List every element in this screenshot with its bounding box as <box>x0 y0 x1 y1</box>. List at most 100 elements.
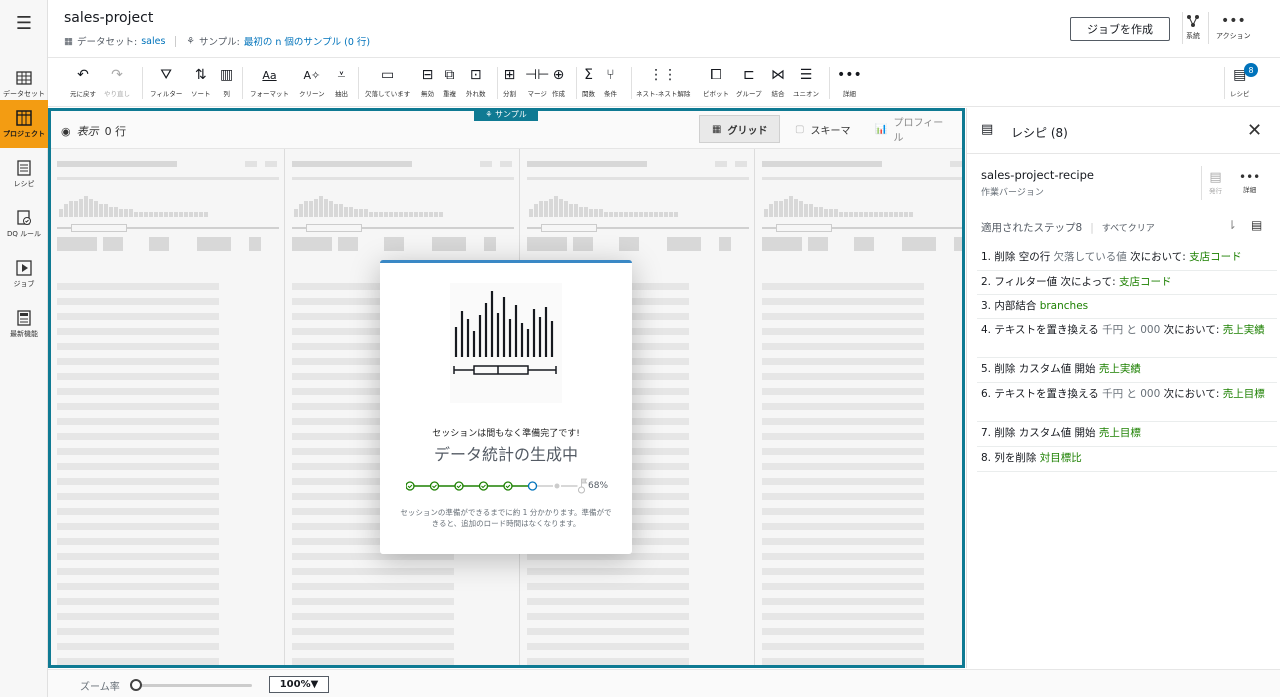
recipe-step-part: 1. 削除 空の行 <box>981 251 1051 263</box>
split-button[interactable]: ⊞ 分割 <box>503 65 516 98</box>
divider <box>175 35 177 47</box>
recipe-step-part: 6. テキストを置き換える <box>981 388 1099 400</box>
column-button[interactable]: ▥ 列 <box>220 65 233 98</box>
placeholder-row <box>527 628 689 635</box>
recipe-step[interactable]: 5. 削除 カスタム値 開始 売上実績 <box>981 362 1271 377</box>
tab-schema[interactable]: ▢ スキーマ <box>783 115 862 143</box>
dataset-link[interactable]: sales <box>141 36 165 47</box>
clean-label: クリーン <box>299 90 325 98</box>
join-button[interactable]: ⋈ 結合 <box>771 65 785 98</box>
create-job-button[interactable]: ジョブを作成 <box>1070 17 1170 41</box>
extract-button[interactable]: ⩡ 抽出 <box>335 65 348 98</box>
placeholder-hist-bar <box>874 211 878 217</box>
placeholder-hist-bar <box>634 211 638 217</box>
publish-icon: ▤ <box>1209 170 1222 185</box>
nav-item-projects[interactable]: プロジェクト <box>0 100 48 148</box>
divider <box>977 318 1277 319</box>
project-subtitle: ▦ データセット: sales ⚘ サンプル: 最初の n 個のサンプル (0 … <box>64 34 370 48</box>
sample-link[interactable]: 最初の n 個のサンプル (0 行) <box>244 34 370 48</box>
pivot-button[interactable]: ⧠ ピボット <box>703 65 729 98</box>
undo-button[interactable]: ↶ 元に戻す <box>70 65 96 98</box>
lineage-label: 系統 <box>1186 32 1200 40</box>
redo-button[interactable]: ↷ やり直し <box>104 65 130 98</box>
recipe-panel-title: レシピ (8) <box>1011 126 1068 140</box>
missing-button[interactable]: ▭ 欠落しています <box>365 65 410 98</box>
placeholder-histogram <box>764 195 962 217</box>
recipe-step[interactable]: 1. 削除 空の行 欠落している値 次において: 支店コード <box>981 250 1271 265</box>
divider <box>977 270 1277 271</box>
group-button[interactable]: ⊏ グループ <box>736 65 762 98</box>
placeholder-hist-bar <box>574 204 578 217</box>
recipe-step[interactable]: 7. 削除 カスタム値 開始 売上目標 <box>981 426 1271 441</box>
left-nav: ☰ データセット プロジェクト レシピ DQ ルール ジョブ 最新機能 <box>0 0 48 697</box>
filter-button[interactable]: ⛛ フィルター <box>150 65 182 98</box>
nav-item-recipes[interactable]: レシピ <box>0 150 48 198</box>
recipe-step[interactable]: 2. フィルター値 次によって: 支店コード <box>981 275 1271 290</box>
more-transforms-button[interactable]: ••• 詳細 <box>837 65 862 98</box>
pivot-label: ピボット <box>703 90 729 98</box>
placeholder-hist-bar <box>294 209 298 217</box>
recipe-step[interactable]: 8. 列を削除 対目標比 <box>981 451 1271 466</box>
nest-icon: ⋮⋮ <box>649 67 678 83</box>
placeholder-row <box>292 628 454 635</box>
lineage-button[interactable]: 系統 <box>1186 14 1200 41</box>
clean-button[interactable]: A✧ クリーン <box>299 65 325 99</box>
placeholder-histogram <box>59 195 279 217</box>
zoom-select[interactable]: 100%▼ <box>269 676 329 693</box>
recipe-details-button[interactable]: ••• 詳細 <box>1239 170 1260 194</box>
divider <box>1224 67 1225 99</box>
create-button[interactable]: ⊕ 作成 <box>552 65 565 98</box>
placeholder-row <box>527 598 689 605</box>
merge-button[interactable]: ⊣⊢ マージ <box>525 65 549 98</box>
placeholder-row <box>57 493 219 500</box>
recipe-step[interactable]: 6. テキストを置き換える 千円 と 000 次において: 売上目標 <box>981 387 1271 402</box>
functions-button[interactable]: Σ 関数 <box>582 65 595 98</box>
duplicate-button[interactable]: ⧉ 重複 <box>443 65 456 98</box>
tab-profile[interactable]: 📊 プロフィール <box>863 115 962 144</box>
recipe-step-part: 次において: <box>1163 324 1220 336</box>
menu-icon[interactable]: ☰ <box>0 8 48 38</box>
placeholder-hist-bar <box>789 196 793 217</box>
placeholder-hist-bar <box>354 209 358 217</box>
sample-icon: ⚘ <box>186 35 195 47</box>
actions-button[interactable]: ••• アクション <box>1216 14 1251 41</box>
recipe-toggle-button[interactable]: ▤ 8 レシピ <box>1230 63 1258 98</box>
nav-item-jobs[interactable]: ジョブ <box>0 250 48 298</box>
union-icon: ☰ <box>799 67 813 83</box>
clear-all-link[interactable]: すべてクリア <box>1102 221 1155 234</box>
placeholder-hist-bar <box>314 198 318 217</box>
collapse-steps-icon[interactable]: ⇂ <box>1227 218 1237 232</box>
placeholder-hist-bar <box>589 209 593 217</box>
step-list-icon[interactable]: ▤ <box>1251 218 1262 232</box>
placeholder-bar <box>57 177 279 180</box>
placeholder-hist-bar <box>839 211 843 217</box>
placeholder-hist-bar <box>319 196 323 217</box>
invalid-button[interactable]: ⊟ 無効 <box>421 65 434 98</box>
nest-button[interactable]: ⋮⋮ ネスト-ネスト解除 <box>636 65 690 98</box>
placeholder-hist-bar <box>544 201 548 217</box>
placeholder-bar <box>527 237 567 251</box>
close-icon[interactable]: ✕ <box>1247 120 1262 141</box>
condition-button[interactable]: ⑂ 条件 <box>604 65 617 98</box>
recipe-step[interactable]: 4. テキストを置き換える 千円 と 000 次において: 売上実績 <box>981 323 1271 338</box>
nav-item-whats-new[interactable]: 最新機能 <box>0 300 48 348</box>
nav-item-dq-rules[interactable]: DQ ルール <box>0 200 48 248</box>
placeholder-hist-bar <box>124 209 128 217</box>
placeholder-hist-bar <box>99 204 103 217</box>
sample-icon: ⚘ <box>485 110 495 119</box>
format-button[interactable]: Aa フォーマット <box>250 65 289 99</box>
tab-grid[interactable]: ▦ グリッド <box>699 115 781 143</box>
more-icon: ••• <box>1239 170 1261 184</box>
outliers-button[interactable]: ⊡ 外れ数 <box>466 65 486 98</box>
placeholder-row <box>57 463 219 470</box>
zoom-slider-handle[interactable] <box>130 679 142 691</box>
recipe-step[interactable]: 3. 内部結合 branches <box>981 299 1271 314</box>
placeholder-hist-bar <box>769 204 773 217</box>
union-button[interactable]: ☰ ユニオン <box>793 65 819 98</box>
publish-button[interactable]: ▤ 発行 <box>1209 170 1222 195</box>
recipe-name: sales-project-recipe <box>981 168 1094 182</box>
placeholder-row <box>57 358 219 365</box>
sort-button[interactable]: ⇅ ソート <box>191 65 211 98</box>
progress-percent: 68% <box>588 481 609 491</box>
zoom-slider-track[interactable] <box>134 684 252 687</box>
